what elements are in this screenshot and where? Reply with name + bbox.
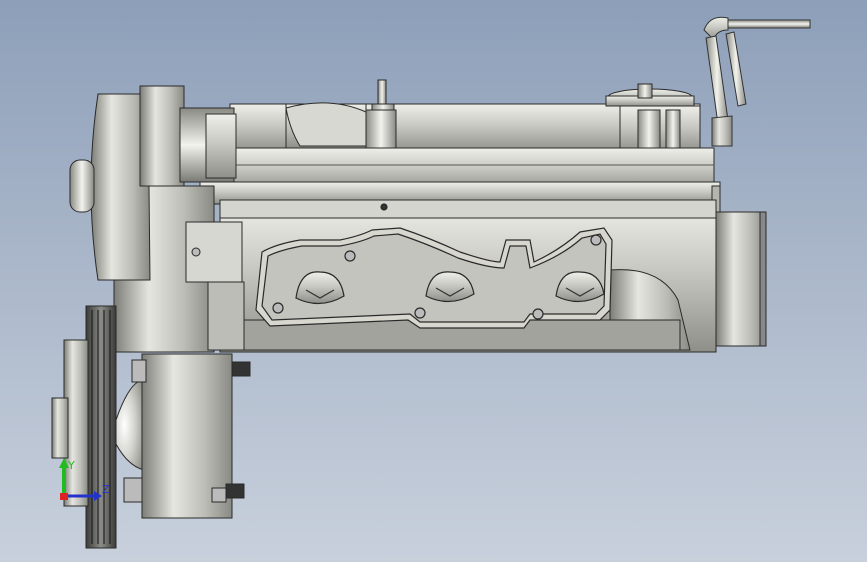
lower-bracket[interactable] [123,353,251,519]
triad-origin [60,493,68,500]
graphics-viewport[interactable]: Y Z [0,0,867,562]
triad-axes [59,458,102,501]
z-axis-arrow [94,491,102,501]
reference-triad: Y Z [52,456,122,512]
water-outlet[interactable] [715,211,767,347]
engine-3d-model[interactable] [0,0,867,562]
z-axis-label: Z [102,483,110,496]
y-axis-label: Y [68,459,75,472]
breather-pipe[interactable] [703,16,811,147]
